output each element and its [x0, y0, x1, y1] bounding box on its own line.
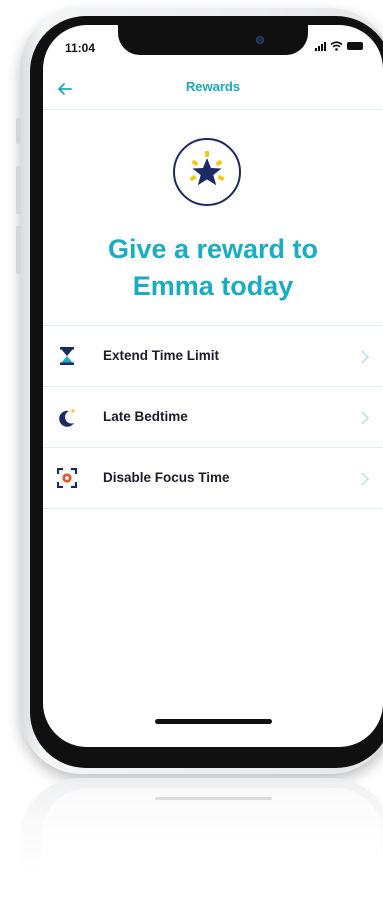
phone-volume-up — [16, 166, 21, 214]
home-indicator[interactable] — [155, 719, 272, 724]
reward-headline: Give a reward to Emma today — [43, 231, 383, 305]
reward-label: Extend Time Limit — [103, 348, 220, 363]
front-camera — [256, 36, 264, 44]
screen-reflection — [42, 788, 382, 888]
chevron-right-icon — [361, 472, 369, 486]
focus-icon — [57, 468, 77, 488]
reward-label: Late Bedtime — [103, 409, 188, 424]
moon-icon — [59, 408, 76, 427]
star-badge-icon — [173, 138, 241, 206]
reward-label: Disable Focus Time — [103, 470, 230, 485]
wifi-icon — [330, 41, 343, 51]
headline-line-2: Emma today — [132, 271, 294, 301]
reward-item-extend-time-limit[interactable]: Extend Time Limit — [43, 326, 383, 387]
phone-mute-switch — [16, 118, 21, 144]
reward-item-disable-focus-time[interactable]: Disable Focus Time — [43, 448, 383, 509]
signal-icon — [315, 41, 326, 51]
phone-volume-down — [16, 226, 21, 274]
home-indicator-reflection — [155, 797, 272, 800]
status-icons — [315, 41, 363, 51]
app-screen: 11:04 Rewards Give a reward to Emma toda… — [43, 25, 383, 747]
chevron-right-icon — [361, 411, 369, 425]
page-title: Rewards — [185, 79, 241, 94]
notch — [118, 25, 308, 55]
hourglass-icon — [60, 347, 74, 365]
battery-icon — [347, 42, 363, 50]
headline-line-1: Give a reward to — [107, 234, 319, 264]
reward-list: Extend Time Limit Late Bedtime Disable F… — [43, 325, 383, 509]
nav-bar: Rewards — [43, 73, 383, 110]
chevron-right-icon — [361, 350, 369, 364]
reward-item-late-bedtime[interactable]: Late Bedtime — [43, 387, 383, 448]
status-time: 11:04 — [65, 41, 96, 55]
